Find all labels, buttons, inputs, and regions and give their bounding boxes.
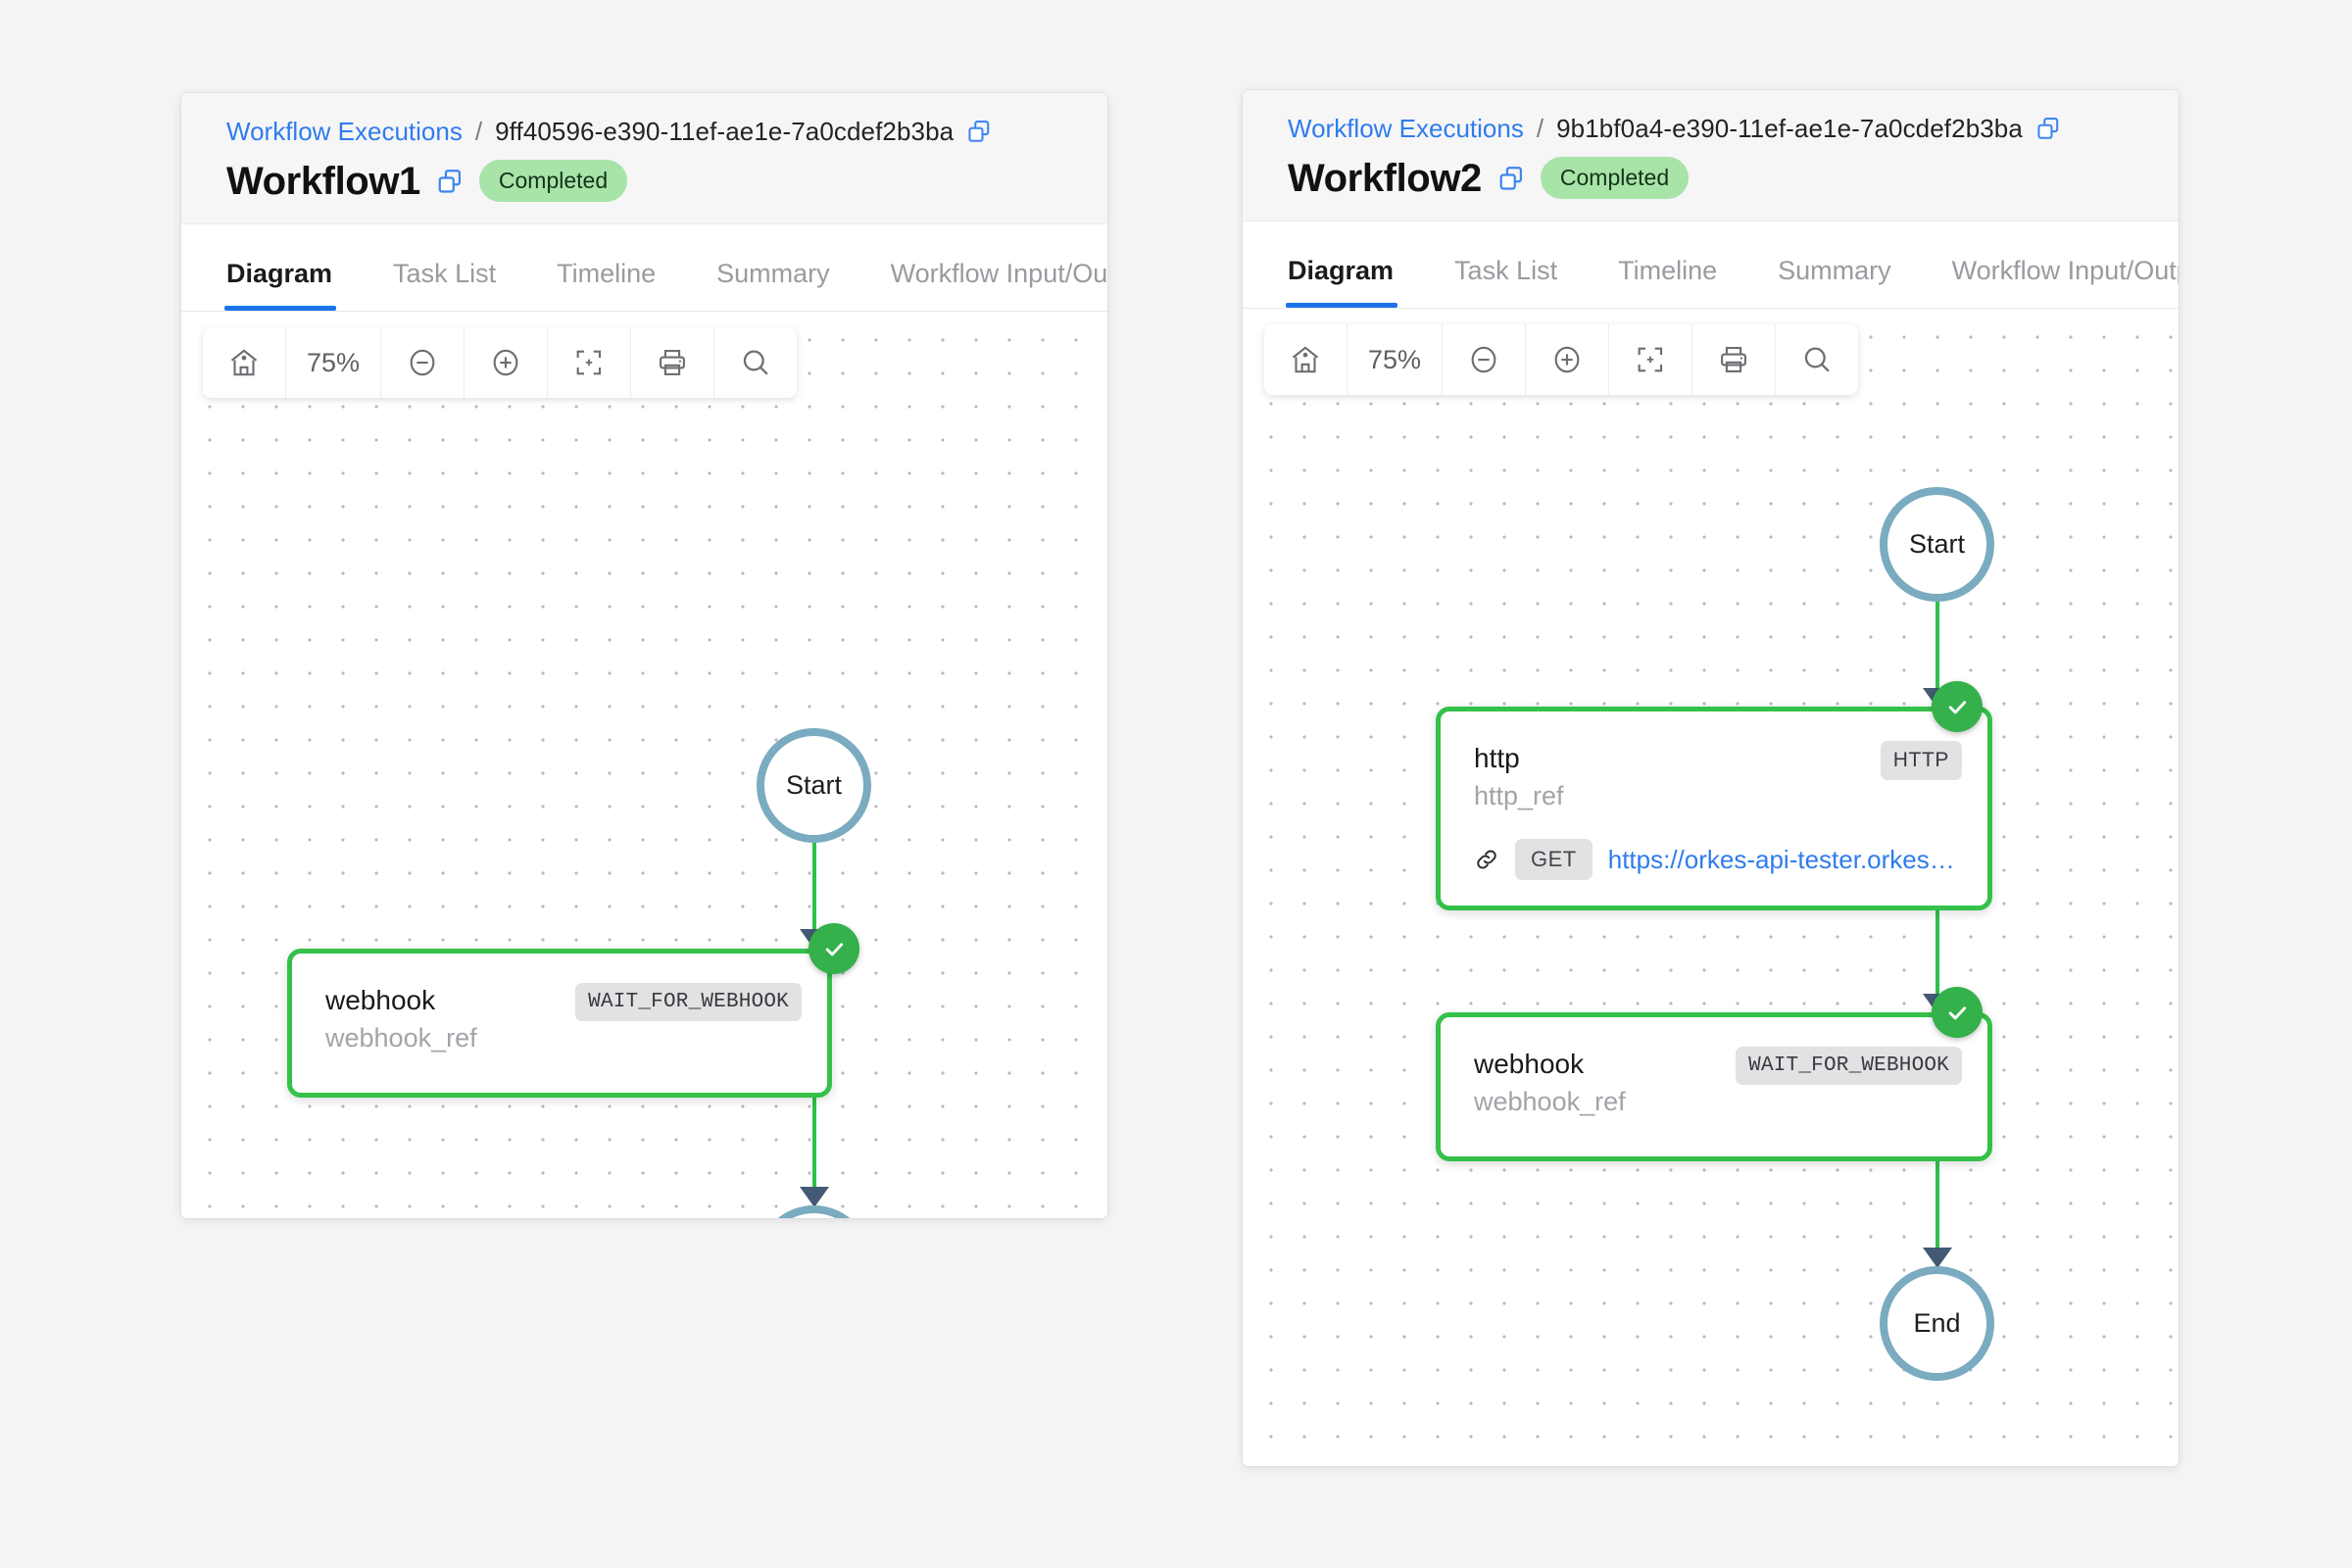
graph-node-start[interactable]: Start — [1880, 487, 1994, 602]
zoom-level-label[interactable]: 75% — [1348, 324, 1443, 395]
page-title: Workflow1 — [226, 159, 420, 203]
status-badge: Completed — [478, 160, 628, 202]
task-type-pill: HTTP — [1880, 741, 1962, 780]
graph-node-start[interactable]: Start — [757, 728, 871, 843]
zoom-out-button[interactable] — [1443, 324, 1526, 395]
task-head: webhook webhook_ref WAIT_FOR_WEBHOOK — [292, 954, 827, 1055]
tab-bar: Diagram Task List Timeline Summary Workf… — [181, 224, 1107, 312]
task-type-pill: WAIT_FOR_WEBHOOK — [1736, 1047, 1962, 1085]
print-button[interactable] — [631, 327, 714, 398]
graph-node-webhook[interactable]: webhook webhook_ref WAIT_FOR_WEBHOOK — [1436, 1012, 1992, 1161]
task-url-link[interactable]: https://orkes-api-tester.orkescondu… — [1608, 845, 1962, 875]
task-head: webhook webhook_ref WAIT_FOR_WEBHOOK — [1441, 1017, 1987, 1119]
task-ref: webhook_ref — [325, 1023, 477, 1053]
title-row: Workflow2 Completed — [1288, 157, 2179, 199]
home-button[interactable] — [1264, 324, 1348, 395]
tab-workflow-input-output[interactable]: Workflow Input/Output — [891, 259, 1107, 311]
tab-task-list[interactable]: Task List — [393, 259, 525, 311]
tab-timeline[interactable]: Timeline — [557, 259, 685, 311]
copy-title-icon[interactable] — [436, 168, 464, 195]
breadcrumb-separator: / — [474, 117, 483, 146]
task-name: webhook — [1474, 1049, 1585, 1079]
diagram-toolbar: 75% — [203, 327, 797, 398]
workflow-execution-panel-2: Workflow Executions / 9b1bf0a4-e390-11ef… — [1243, 90, 2179, 1466]
diagram-canvas[interactable]: 75% — [181, 312, 1107, 1218]
copy-title-icon[interactable] — [1497, 165, 1525, 192]
arrow-webhook-to-end — [800, 1187, 829, 1207]
graph-node-end[interactable]: End — [1880, 1266, 1994, 1381]
zoom-level-label[interactable]: 75% — [286, 327, 381, 398]
tab-workflow-input-output[interactable]: Workflow Input/Output — [1952, 256, 2179, 308]
task-ref: http_ref — [1474, 781, 1564, 810]
search-button[interactable] — [714, 327, 797, 398]
graph-node-http[interactable]: http http_ref HTTP GET https://orkes-api… — [1436, 707, 1992, 910]
breadcrumb-link-workflow-executions[interactable]: Workflow Executions — [226, 119, 463, 144]
home-button[interactable] — [203, 327, 286, 398]
node-label-start: Start — [785, 770, 843, 800]
workflow-graph: Start http http_ref HTTP GET https://ork… — [1243, 309, 2179, 1466]
breadcrumb: Workflow Executions / 9ff40596-e390-11ef… — [226, 119, 1107, 144]
link-icon — [1474, 847, 1499, 872]
tab-task-list[interactable]: Task List — [1454, 256, 1587, 308]
tab-summary[interactable]: Summary — [1778, 256, 1921, 308]
graph-node-webhook[interactable]: webhook webhook_ref WAIT_FOR_WEBHOOK — [287, 949, 832, 1098]
breadcrumb: Workflow Executions / 9b1bf0a4-e390-11ef… — [1288, 116, 2179, 141]
tab-diagram[interactable]: Diagram — [1285, 256, 1423, 308]
zoom-out-button[interactable] — [381, 327, 465, 398]
tab-summary[interactable]: Summary — [716, 259, 859, 311]
panel-header: Workflow Executions / 9b1bf0a4-e390-11ef… — [1243, 90, 2179, 221]
graph-node-end[interactable]: End — [757, 1205, 871, 1218]
task-status-success-icon — [808, 923, 859, 974]
workflow-graph: Start webhook webhook_ref WAIT_FOR_WEBHO… — [181, 312, 1107, 1218]
search-button[interactable] — [1776, 324, 1858, 395]
task-status-success-icon — [1932, 681, 1983, 732]
tab-bar: Diagram Task List Timeline Summary Workf… — [1243, 221, 2179, 309]
execution-id: 9ff40596-e390-11ef-ae1e-7a0cdef2b3ba — [495, 117, 955, 146]
panel-header: Workflow Executions / 9ff40596-e390-11ef… — [181, 93, 1107, 224]
task-url-row: GET https://orkes-api-tester.orkescondu… — [1441, 813, 1987, 881]
fit-to-screen-button[interactable] — [1609, 324, 1692, 395]
breadcrumb-separator: / — [1536, 114, 1544, 143]
task-name: http — [1474, 743, 1520, 773]
node-label-start: Start — [1908, 529, 1966, 559]
zoom-in-button[interactable] — [465, 327, 548, 398]
tab-diagram[interactable]: Diagram — [223, 259, 362, 311]
status-badge: Completed — [1540, 157, 1690, 199]
task-status-success-icon — [1932, 987, 1983, 1038]
print-button[interactable] — [1692, 324, 1776, 395]
breadcrumb-link-workflow-executions[interactable]: Workflow Executions — [1288, 116, 1524, 141]
task-ref: webhook_ref — [1474, 1087, 1626, 1116]
title-row: Workflow1 Completed — [226, 160, 1107, 202]
copy-execution-id-icon[interactable] — [2035, 116, 2061, 141]
http-method-pill: GET — [1515, 839, 1592, 881]
diagram-toolbar: 75% — [1264, 324, 1858, 395]
task-type-pill: WAIT_FOR_WEBHOOK — [575, 983, 802, 1021]
tab-timeline[interactable]: Timeline — [1618, 256, 1746, 308]
page-title: Workflow2 — [1288, 156, 1482, 200]
diagram-canvas[interactable]: 75% — [1243, 309, 2179, 1466]
task-head: http http_ref HTTP — [1441, 711, 1987, 813]
workflow-execution-panel-1: Workflow Executions / 9ff40596-e390-11ef… — [181, 93, 1107, 1218]
execution-id: 9b1bf0a4-e390-11ef-ae1e-7a0cdef2b3ba — [1556, 114, 2023, 143]
arrow-webhook-to-end — [1923, 1248, 1952, 1268]
copy-execution-id-icon[interactable] — [966, 119, 992, 144]
fit-to-screen-button[interactable] — [548, 327, 631, 398]
task-name: webhook — [325, 985, 436, 1015]
node-label-end: End — [1913, 1308, 1961, 1338]
zoom-in-button[interactable] — [1526, 324, 1609, 395]
